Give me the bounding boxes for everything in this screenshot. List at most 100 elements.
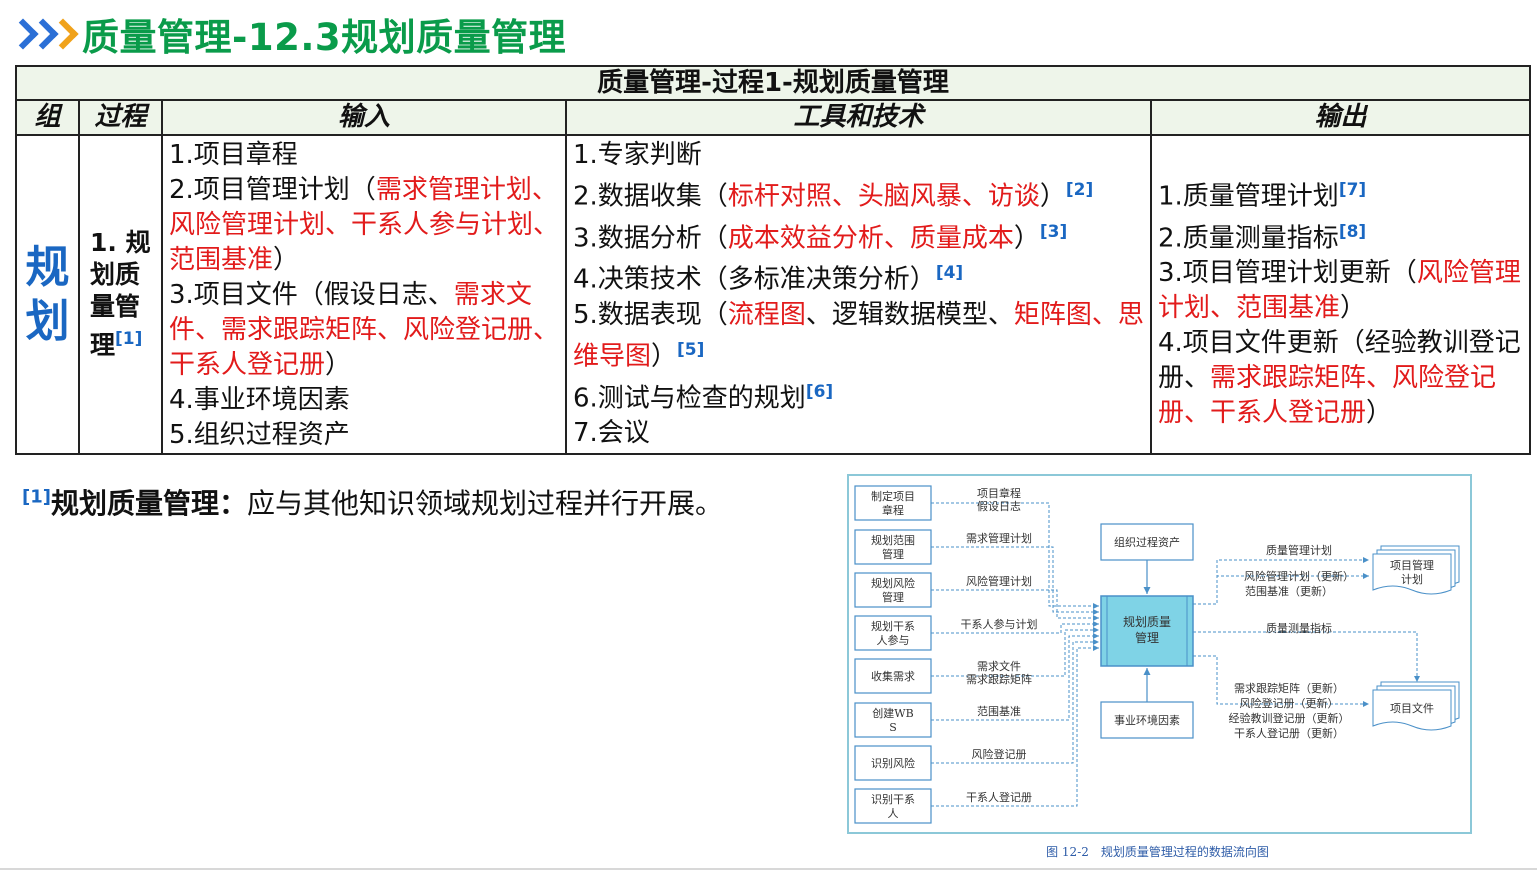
output-doc-top-label: 项目管理 (1390, 558, 1434, 572)
tool-text: 5.数据表现（ (573, 299, 728, 330)
tool-item: 7.会议 (573, 416, 1146, 451)
process-ref[interactable]: [1] (115, 329, 142, 349)
page-title: 质量管理-12.3规划质量管理 (82, 16, 567, 59)
output-label: 风险管理计划（更新） (1244, 569, 1354, 583)
output-text: 3.项目管理计划更新（ (1158, 258, 1417, 289)
output-label: 需求跟踪矩阵（更新） (1234, 681, 1344, 695)
tool-ref[interactable]: [3] (1040, 222, 1067, 242)
footnote-term: 规划质量管理： (50, 487, 247, 520)
input-text: ） (273, 245, 300, 275)
flow-arrow (1193, 631, 1420, 682)
source-name: 章程 (882, 503, 904, 517)
group-label: 规划 (25, 241, 70, 347)
group-cell: 规划 (15, 134, 80, 455)
input-text: 3.项目文件（假设日志、 (169, 280, 454, 310)
org-assets-label: 组织过程资产 (1114, 535, 1180, 549)
tool-text: 成本效益分析、质量成本 (727, 223, 1014, 254)
source-name: 识别干系 (871, 793, 915, 806)
output-label: 经验教训登记册（更新） (1229, 711, 1350, 725)
tool-item: 4.决策技术（多标准决策分析）[4] (573, 256, 1146, 298)
tool-item: 6.测试与检查的规划[6] (573, 375, 1146, 417)
output-text: ） (1340, 293, 1367, 324)
flow-label: 需求跟踪矩阵 (966, 672, 1032, 686)
input-text: 5.组织过程资产 (169, 420, 350, 450)
header-process: 过程 (78, 99, 163, 136)
input-item: 2.项目管理计划（需求管理计划、风险管理计划、干系人参与计划、范围基准） (169, 173, 561, 278)
tool-text: 2.数据收集（ (573, 181, 728, 212)
output-ref[interactable]: [8] (1339, 222, 1366, 242)
tool-ref[interactable]: [2] (1066, 180, 1093, 200)
data-flow-diagram: 制定项目 章程 项目章程 假设日志 规划范围 管理 需求管理计划 规划风险 管理 风险管理计划 规划… (847, 474, 1472, 834)
header-group: 组 (15, 99, 80, 136)
output-doc-top-label: 计划 (1401, 573, 1423, 586)
diagram-caption: 图 12-2 规划质量管理过程的数据流向图 (1046, 845, 1269, 859)
outputs-list: 1.质量管理计划[7] 2.质量测量指标[8] 3.项目管理计划更新（风险管理计划、… (1149, 134, 1532, 455)
title-bar: 质量管理-12.3规划质量管理 (7, 8, 567, 60)
source-name: 识别风险 (871, 756, 915, 770)
process-table: 质量管理-过程1-规划质量管理 组 过程 输入 工具和技术 输出 规划 1. 规… (14, 65, 1532, 455)
tool-text: 标杆对照、头脑风暴、访谈 (727, 181, 1040, 212)
process-cell: 1. 规划质量管理[1] (78, 134, 163, 455)
tool-text: 6.测试与检查的规划 (573, 383, 806, 414)
inputs-list: 1.项目章程 2.项目管理计划（需求管理计划、风险管理计划、干系人参与计划、范围基… (161, 134, 567, 455)
output-label: 干系人登记册（更新） (1234, 726, 1344, 740)
flow-label: 风险管理计划 (966, 574, 1032, 588)
output-text: 1.质量管理计划 (1158, 181, 1339, 212)
input-item: 4.事业环境因素 (169, 383, 561, 418)
flow-label: 假设日志 (977, 499, 1021, 513)
header-outputs: 输出 (1149, 99, 1532, 136)
output-item: 1.质量管理计划[7] (1158, 173, 1525, 215)
tool-text: 流程图 (727, 299, 806, 330)
flow-label: 需求管理计划 (966, 531, 1032, 545)
tool-item: 5.数据表现（流程图、逻辑数据模型、矩阵图、思维导图）[5] (573, 298, 1146, 375)
source-name: 管理 (882, 547, 904, 561)
input-text: ） (325, 350, 352, 380)
env-factors-label: 事业环境因素 (1114, 713, 1180, 727)
output-label: 范围基准（更新） (1245, 584, 1333, 598)
tool-ref[interactable]: [6] (806, 382, 833, 402)
output-text: ） (1366, 398, 1393, 429)
tool-text: 、逻辑数据模型、 (805, 299, 1014, 330)
source-name: 创建WB (872, 706, 913, 720)
source-name: 制定项目 (871, 489, 915, 503)
tool-ref[interactable]: [4] (936, 263, 963, 283)
flow-label: 需求文件 (977, 659, 1021, 673)
flow-label: 范围基准 (977, 704, 1021, 718)
output-text: 2.质量测量指标 (1158, 223, 1339, 254)
footnote-text: 应与其他知识领域规划过程并行开展。 (247, 487, 724, 520)
source-name: 规划风险 (871, 576, 915, 590)
footnote-ref: [1] (22, 486, 51, 508)
center-process-label: 管理 (1135, 630, 1159, 645)
table-title: 质量管理-过程1-规划质量管理 (14, 65, 1532, 101)
tool-text: ） (651, 341, 678, 372)
source-name: 人 (888, 807, 899, 820)
flow-arrow (931, 502, 1099, 609)
header-tools: 工具和技术 (565, 99, 1152, 136)
footnote: [1]规划质量管理：应与其他知识领域规划过程并行开展。 (22, 482, 723, 522)
output-label: 质量管理计划 (1266, 543, 1332, 557)
tool-item: 1.专家判断 (573, 138, 1146, 173)
tool-item: 2.数据收集（标杆对照、头脑风暴、访谈）[2] (573, 173, 1146, 215)
source-name: 管理 (882, 590, 904, 604)
tool-text: 1.专家判断 (573, 140, 702, 170)
output-doc-bottom-label: 项目文件 (1390, 701, 1434, 715)
tool-text: ） (1013, 223, 1040, 254)
output-label: 风险登记册（更新） (1240, 696, 1339, 710)
input-text: 1.项目章程 (169, 140, 298, 170)
tool-ref[interactable]: [5] (677, 340, 704, 360)
input-text: 2.项目管理计划（ (169, 175, 376, 205)
source-name: S (889, 721, 897, 734)
tool-text: ） (1039, 181, 1066, 212)
output-ref[interactable]: [7] (1339, 180, 1366, 200)
data-flow-svg: 制定项目章程项目章程假设日志规划范围管理需求管理计划规划风险管理风险管理计划规划… (854, 485, 1460, 824)
output-item: 2.质量测量指标[8] (1158, 215, 1525, 257)
input-item: 5.组织过程资产 (169, 418, 561, 453)
flow-label: 干系人参与计划 (961, 617, 1038, 631)
tool-item: 3.数据分析（成本效益分析、质量成本）[3] (573, 215, 1146, 257)
input-item: 1.项目章程 (169, 138, 561, 173)
output-item: 4.项目文件更新（经验教训登记册、需求跟踪矩阵、风险登记册、干系人登记册） (1158, 326, 1525, 431)
source-name: 规划干系 (871, 619, 915, 633)
tool-text: 4.决策技术（多标准决策分析） (573, 264, 936, 295)
output-label: 质量测量指标 (1266, 621, 1332, 635)
source-name: 规划范围 (871, 533, 915, 547)
